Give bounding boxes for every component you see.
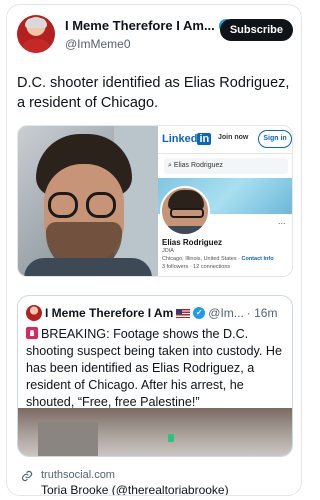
avatar[interactable] — [17, 15, 55, 53]
quoted-text-body: BREAKING: Footage shows the D.C. shootin… — [26, 327, 283, 409]
quoted-tweet-header: I Meme Therefore I Am ✓ @Im... · 16m — [26, 304, 286, 322]
linkedin-location-row: Chicago, Illinois, United States · Conta… — [162, 256, 274, 262]
linkedin-avatar — [160, 186, 210, 236]
display-name[interactable]: I Meme Therefore I Am... — [65, 18, 215, 33]
name-row: I Meme Therefore I Am... ✓ — [65, 18, 233, 33]
tweet-text: D.C. shooter identified as Elias Rodrigu… — [17, 75, 290, 111]
glasses-left-lens — [48, 192, 78, 218]
link-card[interactable]: truthsocial.com Toria Brooke (@therealto… — [17, 467, 293, 495]
linkedin-profile-name: Elias Rodriguez — [162, 238, 223, 247]
subscribe-button[interactable]: Subscribe — [219, 19, 293, 41]
quoted-media — [18, 408, 292, 456]
link-title: Toria Brooke (@therealtoriabrooke) — [41, 483, 229, 496]
photo-shirt — [24, 258, 152, 276]
link-domain: truthsocial.com — [41, 469, 115, 481]
linkedin-search-value: Elias Rodriguez — [173, 162, 223, 169]
linkedin-search-field: ⌕ Elias Rodriguez — [164, 158, 288, 174]
us-flag-icon — [176, 308, 191, 318]
siren-icon — [26, 327, 38, 339]
quoted-tweet[interactable]: I Meme Therefore I Am ✓ @Im... · 16m BRE… — [17, 295, 293, 457]
user-handle[interactable]: @ImMeme0 — [65, 37, 131, 51]
tweet-media[interactable]: Linked in Join now Sign in ⌕ Elias Rodrig… — [17, 125, 293, 277]
linkedin-followers: 3 followers · 12 connections — [162, 264, 231, 270]
link-icon — [21, 470, 33, 482]
linkedin-logo-text: Linked — [162, 133, 198, 145]
avatar-coat — [21, 39, 51, 53]
quoted-display-name: I Meme Therefore I Am — [45, 306, 174, 320]
linkedin-topbar: Linked in Join now Sign in — [158, 126, 292, 154]
post-card: I Meme Therefore I Am... ✓ @ImMeme0 Subs… — [6, 4, 302, 496]
quoted-handle: @Im... — [208, 306, 244, 320]
quoted-avatar — [26, 305, 42, 321]
quoted-media-door — [38, 422, 98, 456]
verified-badge-icon: ✓ — [193, 307, 206, 319]
linkedin-logo: Linked in — [162, 133, 212, 145]
linkedin-avatar-hair — [168, 190, 204, 210]
avatar-hair — [25, 18, 47, 28]
suspect-photo — [18, 126, 158, 276]
linkedin-logo-in: in — [197, 133, 212, 145]
post-header: I Meme Therefore I Am... ✓ @ImMeme0 Subs… — [17, 15, 293, 55]
linkedin-avatar-glasses — [170, 208, 204, 218]
quoted-media-light — [168, 434, 174, 442]
linkedin-location: Chicago, Illinois, United States · — [162, 256, 242, 262]
linkedin-join-label: Join now — [218, 134, 249, 141]
quoted-timestamp: · 16m — [246, 306, 278, 320]
more-options-icon: ... — [278, 216, 286, 226]
linkedin-screenshot: Linked in Join now Sign in ⌕ Elias Rodrig… — [158, 126, 292, 276]
linkedin-sign-in: Sign in — [258, 130, 292, 148]
linkedin-contact-info: Contact Info — [241, 256, 274, 262]
glasses-right-lens — [86, 192, 116, 218]
quoted-tweet-text: BREAKING: Footage shows the D.C. shootin… — [26, 326, 288, 411]
linkedin-company: JDIA — [162, 248, 174, 254]
linkedin-avatar-shirt — [162, 226, 208, 234]
